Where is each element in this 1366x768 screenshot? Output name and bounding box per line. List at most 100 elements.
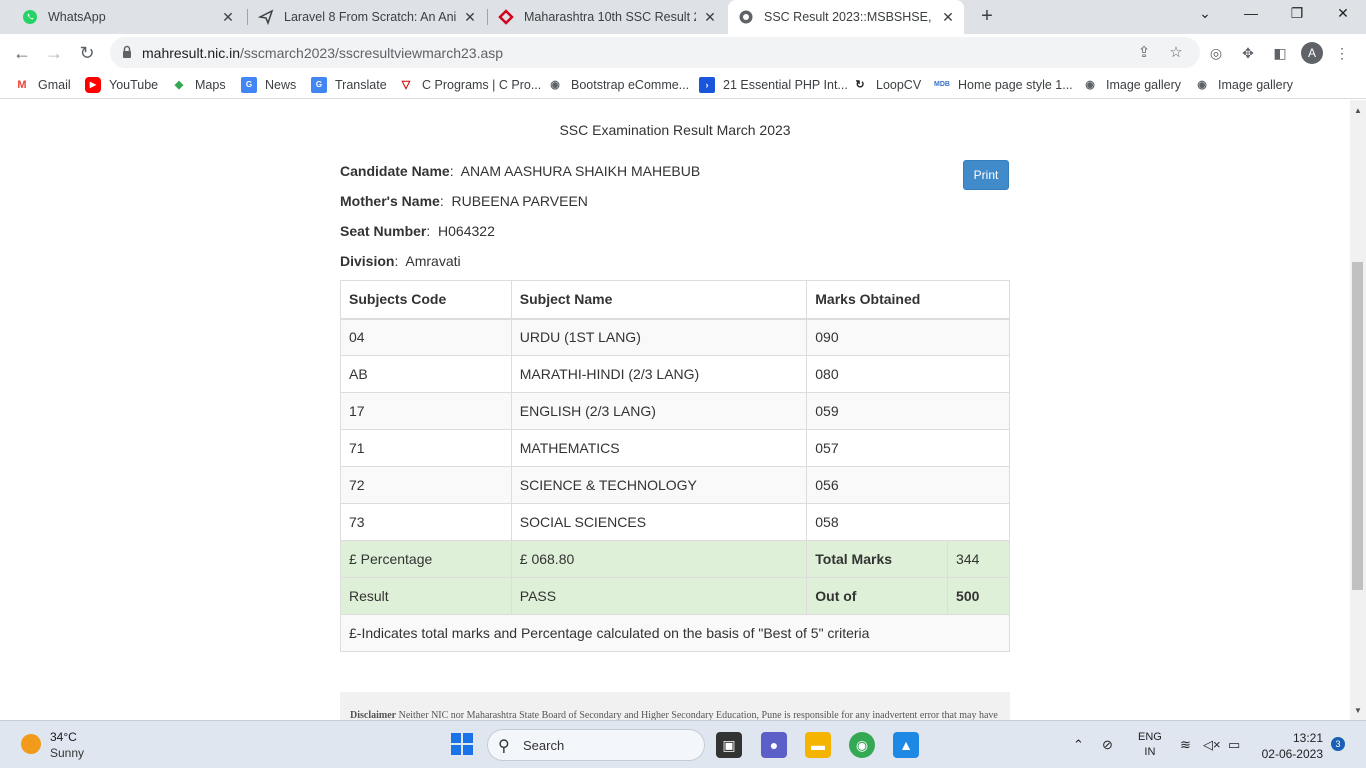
candidate-name-value: ANAM AASHURA SHAIKH MAHEBUB — [460, 163, 701, 179]
bookmark-image-gallery-1[interactable]: ◉ Image gallery — [1082, 76, 1181, 94]
show-hidden-icons[interactable]: ⌃ — [1073, 737, 1084, 753]
out-of-label: Out of — [806, 577, 949, 615]
wifi-icon[interactable]: ≋ — [1180, 737, 1191, 753]
share-icon[interactable]: ⇪ — [1133, 42, 1155, 64]
disclaimer-text: Neither NIC nor Maharashtra State Board … — [398, 710, 998, 720]
subject-code: 71 — [340, 429, 512, 467]
mother-name-value: RUBEENA PARVEEN — [451, 193, 588, 209]
bookmark-maps[interactable]: ◆ Maps — [171, 76, 226, 94]
bookmark-c-programs[interactable]: ▽ C Programs | C Pro... — [398, 76, 541, 94]
bookmark-star-icon[interactable]: ☆ — [1165, 42, 1187, 64]
minimize-button[interactable]: — — [1239, 5, 1263, 27]
chrome-icon[interactable]: ◉ — [849, 732, 875, 758]
close-icon[interactable]: ✕ — [940, 9, 956, 26]
division-line: Division: Amravati — [340, 253, 461, 269]
seat-number-label: Seat Number — [340, 223, 427, 239]
system-clock[interactable]: 13:21 02-06-2023 — [1258, 730, 1323, 762]
battery-icon[interactable]: ▭ — [1228, 737, 1240, 753]
mother-name-label: Mother's Name — [340, 193, 440, 209]
total-marks-label: Total Marks — [806, 540, 949, 578]
table-row: 71 MATHEMATICS 057 — [340, 429, 1010, 467]
tab-separator — [487, 9, 488, 25]
back-button[interactable]: ← — [9, 40, 35, 66]
close-icon[interactable]: ✕ — [702, 9, 718, 26]
restore-button[interactable]: ❐ — [1285, 5, 1309, 27]
subject-name: MATHEMATICS — [510, 429, 808, 467]
globe-icon: ◉ — [1085, 79, 1095, 91]
tab-laravel[interactable]: Laravel 8 From Scratch: An Anima ✕ — [250, 0, 486, 34]
bookmark-label: Image gallery — [1106, 78, 1182, 92]
extension-icon[interactable]: ◎ — [1205, 42, 1227, 64]
search-icon: ⚲ — [498, 738, 510, 755]
scroll-down-arrow-icon[interactable]: ▼ — [1352, 706, 1364, 715]
forward-button[interactable]: → — [41, 40, 67, 66]
laravel-icon — [258, 9, 274, 25]
close-icon[interactable]: ✕ — [462, 9, 478, 26]
language-code: ENG — [1138, 731, 1162, 743]
weather-condition[interactable]: Sunny — [50, 746, 84, 760]
column-header: Marks Obtained — [806, 280, 1010, 320]
region-code: IN — [1144, 746, 1156, 758]
scrollbar-thumb[interactable] — [1352, 262, 1363, 590]
bookmark-label: Bootstrap eComme... — [571, 78, 690, 92]
close-window-button[interactable]: ✕ — [1331, 5, 1355, 27]
subject-name: SCIENCE & TECHNOLOGY — [510, 466, 808, 504]
total-marks-value: 344 — [947, 540, 1010, 578]
subject-code: 72 — [340, 466, 512, 504]
tab-title: Laravel 8 From Scratch: An Anima — [284, 10, 456, 24]
c-programs-icon: ▽ — [401, 79, 411, 91]
division-value: Amravati — [405, 253, 461, 269]
start-tile — [463, 745, 473, 755]
mdb-icon: MDB — [934, 81, 950, 88]
bookmark-youtube[interactable]: ▶ YouTube — [85, 76, 158, 94]
out-of-value: 500 — [947, 577, 1010, 615]
file-explorer-icon[interactable]: ▬ — [805, 732, 831, 758]
bookmark-loopcv[interactable]: ↻ LoopCV — [852, 76, 921, 94]
bookmark-label: Gmail — [38, 78, 71, 92]
language-indicator[interactable]: ENG IN — [1138, 730, 1162, 760]
marks-table: Subjects Code Subject Name Marks Obtaine… — [340, 280, 1010, 652]
tab-title: Maharashtra 10th SSC Result 202 — [524, 10, 696, 24]
bookmark-home-page-style[interactable]: MDB Home page style 1... — [934, 76, 1073, 94]
globe-icon: ◉ — [1197, 79, 1207, 91]
bookmark-news[interactable]: G News — [241, 76, 296, 94]
new-tab-button[interactable]: + — [976, 6, 998, 28]
teams-chat-icon[interactable]: ● — [761, 732, 787, 758]
bookmark-translate[interactable]: G Translate — [311, 76, 387, 94]
menu-icon[interactable]: ⋮ — [1331, 42, 1353, 64]
tab-ssc-result-active[interactable]: SSC Result 2023::MSBSHSE, PUNE ✕ — [728, 0, 964, 34]
bookmark-label: Translate — [335, 78, 387, 92]
scroll-up-arrow-icon[interactable]: ▲ — [1352, 106, 1364, 115]
address-bar[interactable]: mahresult.nic.in/sscmarch2023/sscresultv… — [110, 37, 1200, 68]
tab-whatsapp[interactable]: WhatsApp ✕ — [12, 0, 244, 34]
photos-app-icon[interactable]: ▲ — [893, 732, 919, 758]
side-panel-icon[interactable]: ◧ — [1269, 42, 1291, 64]
notification-badge[interactable]: 3 — [1331, 737, 1345, 751]
tab-maharashtra-result[interactable]: Maharashtra 10th SSC Result 202 ✕ — [490, 0, 726, 34]
weather-temperature[interactable]: 34°C — [50, 730, 77, 744]
speaker-muted-icon[interactable]: ◁× — [1203, 737, 1221, 753]
task-view-icon[interactable]: ▣ — [716, 732, 742, 758]
bookmark-bootstrap[interactable]: ◉ Bootstrap eComme... — [547, 76, 689, 94]
bookmark-image-gallery-2[interactable]: ◉ Image gallery — [1194, 76, 1293, 94]
page-content: SSC Examination Result March 2023 Candid… — [0, 100, 1350, 720]
print-button[interactable]: Print — [963, 160, 1009, 190]
lock-icon — [123, 45, 131, 58]
tab-strip: WhatsApp ✕ Laravel 8 From Scratch: An An… — [0, 0, 1366, 34]
windows-start-icon[interactable] — [451, 733, 473, 755]
clock-time: 13:21 — [1292, 731, 1323, 745]
subject-code: 04 — [340, 318, 512, 356]
taskbar-search[interactable]: ⚲ Search — [487, 729, 705, 761]
extensions-puzzle-icon[interactable]: ✥ — [1237, 42, 1259, 64]
profile-avatar[interactable]: A — [1301, 42, 1323, 64]
reload-button[interactable]: ↻ — [74, 40, 100, 66]
tab-search-icon[interactable]: ⌄ — [1193, 5, 1217, 27]
bookmark-gmail[interactable]: M Gmail — [14, 76, 71, 94]
page-title: SSC Examination Result March 2023 — [559, 122, 791, 138]
network-status-icon[interactable]: ⊘ — [1102, 737, 1113, 753]
close-icon[interactable]: ✕ — [220, 9, 236, 26]
table-row: 17 ENGLISH (2/3 LANG) 059 — [340, 392, 1010, 430]
sun-icon[interactable] — [21, 734, 41, 754]
bookmark-php[interactable]: › 21 Essential PHP Int... — [699, 76, 848, 94]
disclaimer: Disclaimer Neither NIC nor Maharashtra S… — [340, 692, 1010, 720]
